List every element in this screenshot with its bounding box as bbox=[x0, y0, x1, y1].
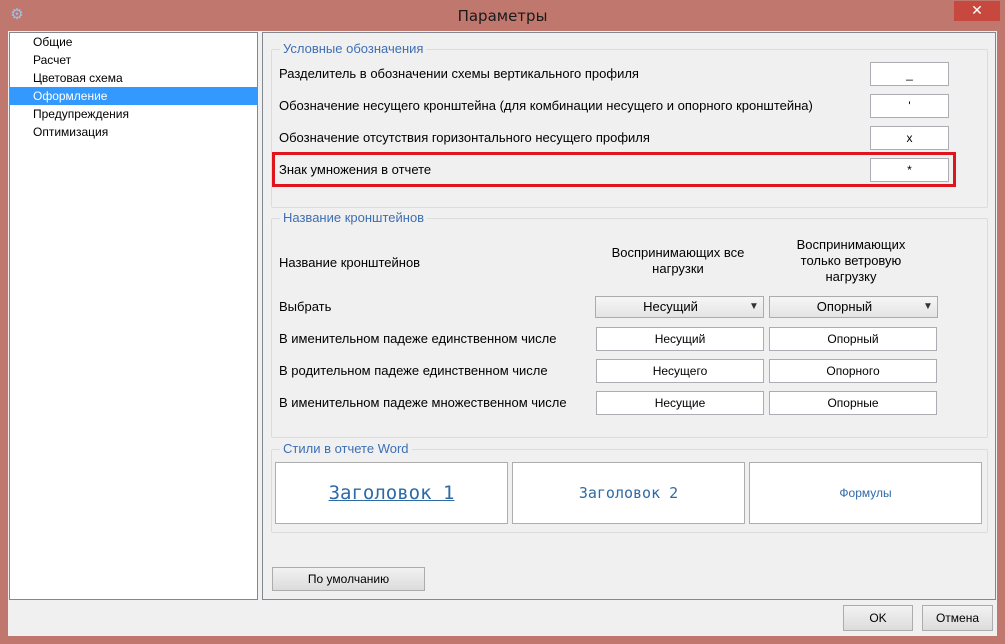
dialog-client-area: Общие Расчет Цветовая схема Оформление П… bbox=[8, 31, 997, 636]
select-label: Выбрать bbox=[279, 299, 332, 314]
sidebar-item-color-scheme[interactable]: Цветовая схема bbox=[10, 69, 257, 87]
wind-load-column-header: Воспринимающих только ветровую нагрузку bbox=[796, 237, 906, 284]
nominative-singular-support-input[interactable]: Опорный bbox=[769, 327, 937, 351]
wind-load-bracket-select-value: Опорный bbox=[816, 299, 873, 314]
heading-1-style-preview[interactable]: Заголовок 1 bbox=[275, 462, 508, 524]
no-horizontal-profile-input[interactable]: x bbox=[870, 126, 949, 150]
nominative-plural-support-input[interactable]: Опорные bbox=[769, 391, 937, 415]
genitive-singular-bearing-input[interactable]: Несущего bbox=[596, 359, 764, 383]
separator-input[interactable]: _ bbox=[870, 62, 949, 86]
chevron-down-icon: ▼ bbox=[749, 301, 759, 312]
heading-2-text: Заголовок 2 bbox=[578, 484, 679, 502]
separator-label: Разделитель в обозначении схемы вертикал… bbox=[279, 66, 639, 81]
wind-load-bracket-select[interactable]: Опорный ▼ bbox=[769, 296, 938, 318]
multiplication-sign-input[interactable]: * bbox=[870, 158, 949, 182]
window-title: Параметры bbox=[457, 7, 548, 25]
all-loads-bracket-select-value: Несущий bbox=[643, 299, 698, 314]
formatting-panel: Условные обозначения Разделитель в обозн… bbox=[262, 32, 996, 600]
bracket-names-group-title: Название кронштейнов bbox=[280, 210, 428, 226]
chevron-down-icon: ▼ bbox=[923, 301, 933, 312]
all-loads-column-header: Воспринимающих все нагрузки bbox=[611, 245, 745, 276]
bracket-names-header-label: Название кронштейнов bbox=[279, 255, 421, 270]
title-bar: ⚙ Параметры ✕ bbox=[0, 0, 1005, 31]
symbols-group-title: Условные обозначения bbox=[280, 41, 427, 57]
close-button[interactable]: ✕ bbox=[954, 1, 1000, 21]
formulas-style-preview[interactable]: Формулы bbox=[749, 462, 982, 524]
cancel-button[interactable]: Отмена bbox=[922, 605, 993, 631]
sidebar-item-calculation[interactable]: Расчет bbox=[10, 51, 257, 69]
heading-1-text: Заголовок 1 bbox=[328, 482, 455, 504]
nominative-singular-label: В именительном падеже единственном числе bbox=[279, 331, 557, 346]
word-styles-group-title: Стили в отчете Word bbox=[280, 441, 412, 457]
sidebar-item-warnings[interactable]: Предупреждения bbox=[10, 105, 257, 123]
sidebar-item-general[interactable]: Общие bbox=[10, 33, 257, 51]
sidebar-item-formatting[interactable]: Оформление bbox=[10, 87, 257, 105]
all-loads-bracket-select[interactable]: Несущий ▼ bbox=[595, 296, 764, 318]
nominative-plural-bearing-input[interactable]: Несущие bbox=[596, 391, 764, 415]
nominative-singular-bearing-input[interactable]: Несущий bbox=[596, 327, 764, 351]
formulas-text: Формулы bbox=[839, 486, 892, 500]
bearing-bracket-symbol-input[interactable]: ' bbox=[870, 94, 949, 118]
genitive-singular-support-input[interactable]: Опорного bbox=[769, 359, 937, 383]
settings-category-list: Общие Расчет Цветовая схема Оформление П… bbox=[9, 32, 258, 600]
nominative-plural-label: В именительном падеже множественном числ… bbox=[279, 395, 567, 410]
restore-defaults-button[interactable]: По умолчанию bbox=[272, 567, 425, 591]
genitive-singular-label: В родительном падеже единственном числе bbox=[279, 363, 548, 378]
no-horizontal-profile-label: Обозначение отсутствия горизонтального н… bbox=[279, 130, 650, 145]
sidebar-item-optimization[interactable]: Оптимизация bbox=[10, 123, 257, 141]
multiplication-sign-label: Знак умножения в отчете bbox=[279, 162, 432, 177]
ok-button[interactable]: OK bbox=[843, 605, 913, 631]
heading-2-style-preview[interactable]: Заголовок 2 bbox=[512, 462, 745, 524]
bearing-bracket-symbol-label: Обозначение несущего кронштейна (для ком… bbox=[279, 98, 813, 113]
